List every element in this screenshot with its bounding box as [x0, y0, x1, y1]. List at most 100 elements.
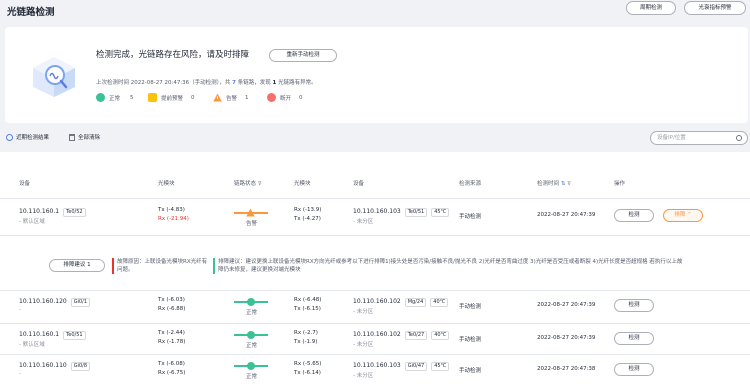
- results-toolbar: 近期检测结果 全部清除 设备IP/位置: [0, 128, 750, 150]
- table-row: 10.110.160.110 Gi0/8 - Tx (-6.08) Rx (-6.…: [0, 355, 750, 388]
- link-status: 正常: [246, 343, 258, 349]
- last-time: 2022-08-27 20:47:36（手动检测）: [130, 80, 220, 86]
- check-button[interactable]: 检测: [614, 332, 654, 345]
- column-header-peer-module: 光模块: [294, 181, 311, 187]
- tx-power: Tx (-6.08): [158, 361, 185, 367]
- page-title: 光链路检测: [7, 7, 55, 18]
- sort-icon[interactable]: ⇅: [561, 181, 566, 187]
- check-source: 手动检测: [459, 214, 482, 220]
- summary-headline: 检测完成，光链路存在风险，请及时排障: [96, 50, 250, 60]
- device-ip: 10.110.160.110: [19, 362, 67, 369]
- peer-area: - 未分区: [353, 219, 374, 225]
- check-source: 手动检测: [459, 337, 482, 343]
- peer-rx-power: Rx (-13.9): [294, 207, 322, 213]
- stat-value: 5: [130, 94, 134, 101]
- troubleshoot-panel: 排障建议 1 故障原因：上联设备光模块RX光纤有问题。 排障建议：建议更换上联设…: [0, 253, 750, 293]
- fault-advice: 排障建议：建议更换上联设备光模块RX方向光纤或参考以下进行排障1)接头处是否污染…: [213, 258, 683, 274]
- column-header-device: 设备: [19, 181, 31, 187]
- total-suffix: 条链路，发现: [236, 80, 273, 86]
- summary-card: 检测完成，光链路存在风险，请及时排障 重新手动检测 上次检测时间 2022-08…: [5, 27, 748, 123]
- troubleshoot-label: 排障: [674, 212, 686, 218]
- peer-rx-power: Rx (-5.65): [294, 361, 322, 367]
- total-prefix: ，共: [219, 80, 233, 86]
- recent-results-link[interactable]: 近期检测结果: [6, 133, 49, 141]
- suggestion-button[interactable]: 排障建议 1: [49, 259, 105, 272]
- stat-label: 正常: [109, 95, 121, 102]
- detection-illustration-icon: [33, 57, 75, 97]
- column-header-link-status[interactable]: 链路状态 ⊽: [234, 179, 262, 187]
- warning-square-icon: [148, 93, 157, 102]
- peer-device-cell: 10.110.160.103 Te0/51 45℃: [353, 208, 450, 217]
- peer-port-tag: Te0/51: [404, 208, 428, 217]
- peer-area: - 未分区: [353, 373, 374, 379]
- stat-value: 1: [245, 94, 249, 101]
- device-cell: 10.110.160.1 Te0/52: [19, 208, 86, 217]
- attenuation-alarm-button[interactable]: 光衰指标预警: [684, 1, 746, 15]
- check-source: 手动检测: [459, 368, 482, 374]
- table-row: 10.110.160.1 Te0/52 - 默认区域 Tx (-4.83) Rx …: [0, 199, 750, 235]
- peer-device-cell: 10.110.160.103 Gi0/47 45℃: [353, 362, 450, 371]
- link-status-label: 链路状态: [234, 181, 257, 187]
- link-status: 正常: [246, 374, 258, 380]
- fault-reason: 故障原因：上联设备光模块RX光纤有问题。: [112, 258, 208, 274]
- tx-power: Tx (-6.03): [158, 297, 185, 303]
- peer-tx-power: Tx (-4.27): [294, 216, 321, 222]
- peer-ip: 10.110.160.102: [353, 298, 401, 305]
- link-table: 设备 光模块 链路状态 ⊽ 光模块 设备 检测来源 检测时间 ⇅ ⊽ 操作 10…: [0, 152, 750, 388]
- peer-rx-power: Rx (-2.7): [294, 330, 318, 336]
- clear-all-link[interactable]: 全部清除: [69, 133, 100, 141]
- peer-device-cell: 10.110.160.102 Mg/24 40℃: [353, 298, 449, 307]
- check-button[interactable]: 检测: [614, 299, 654, 312]
- device-ip: 10.110.160.1: [19, 208, 60, 215]
- check-button[interactable]: 检测: [614, 363, 654, 376]
- search-placeholder: 设备IP/位置: [657, 135, 686, 141]
- stat-label: 提前预警: [161, 95, 184, 102]
- device-area: - 默认区域: [19, 219, 45, 225]
- alarm-triangle-icon: [246, 208, 255, 217]
- device-area: - 默认区域: [19, 342, 45, 348]
- stat-label: 断开: [280, 95, 292, 102]
- peer-port-tag: Te0/27: [404, 331, 428, 340]
- temperature-tag: 40℃: [431, 331, 450, 340]
- peer-port-tag: Gi0/47: [404, 362, 428, 371]
- filter-icon[interactable]: ⊽: [567, 181, 571, 187]
- port-tag: Te0/52: [63, 208, 86, 217]
- divider: [0, 235, 750, 236]
- last-time-prefix: 上次检测时间: [96, 80, 131, 86]
- page-header: 光链路检测 周期检测 光衰指标预警: [0, 0, 750, 22]
- column-header-time[interactable]: 检测时间 ⇅ ⊽: [537, 179, 571, 187]
- stat-label: 告警: [226, 95, 238, 102]
- column-header-module: 光模块: [158, 181, 175, 187]
- peer-tx-power: Tx (-6.15): [294, 306, 321, 312]
- peer-ip: 10.110.160.103: [353, 208, 401, 215]
- check-time: 2022-08-27 20:47:39: [537, 302, 596, 308]
- column-header-source: 检测来源: [459, 181, 482, 187]
- temperature-tag: 40℃: [430, 298, 449, 307]
- check-source: 手动检测: [459, 304, 482, 310]
- tx-power: Tx (-2.44): [158, 330, 185, 336]
- peer-device-cell: 10.110.160.102 Te0/27 40℃: [353, 331, 450, 340]
- peer-rx-power: Rx (-6.48): [294, 297, 322, 303]
- stat-alarm: 告警 1: [213, 93, 249, 102]
- check-time: 2022-08-27 20:47:38: [537, 366, 596, 372]
- device-area: -: [19, 371, 21, 377]
- recent-results-label: 近期检测结果: [16, 135, 50, 141]
- peer-tx-power: Tx (-1.9): [294, 339, 318, 345]
- table-row: 10.110.160.1 Te0/51 - 默认区域 Tx (-2.44) Rx …: [0, 324, 750, 354]
- peer-area: - 未分区: [353, 309, 374, 315]
- stat-disconnected: 断开 0: [267, 93, 303, 102]
- troubleshoot-button[interactable]: 排障 ⌃: [663, 209, 703, 222]
- filter-icon[interactable]: ⊽: [258, 181, 262, 187]
- check-button[interactable]: 检测: [614, 209, 654, 222]
- link-status: 正常: [246, 310, 258, 316]
- stat-value: 0: [191, 94, 195, 101]
- rx-power: Rx (-6.75): [158, 370, 186, 376]
- peer-area: - 未分区: [353, 342, 374, 348]
- check-time: 2022-08-27 20:47:39: [537, 335, 596, 341]
- search-input[interactable]: 设备IP/位置: [650, 131, 748, 145]
- last-check-info: 上次检测时间 2022-08-27 20:47:36（手动检测），共 7 条链路…: [96, 78, 317, 86]
- periodic-check-button[interactable]: 周期检测: [626, 1, 676, 15]
- stat-early-warning: 提前预警 0: [148, 93, 195, 102]
- rerun-check-button[interactable]: 重新手动检测: [269, 49, 337, 62]
- search-icon: [736, 135, 742, 141]
